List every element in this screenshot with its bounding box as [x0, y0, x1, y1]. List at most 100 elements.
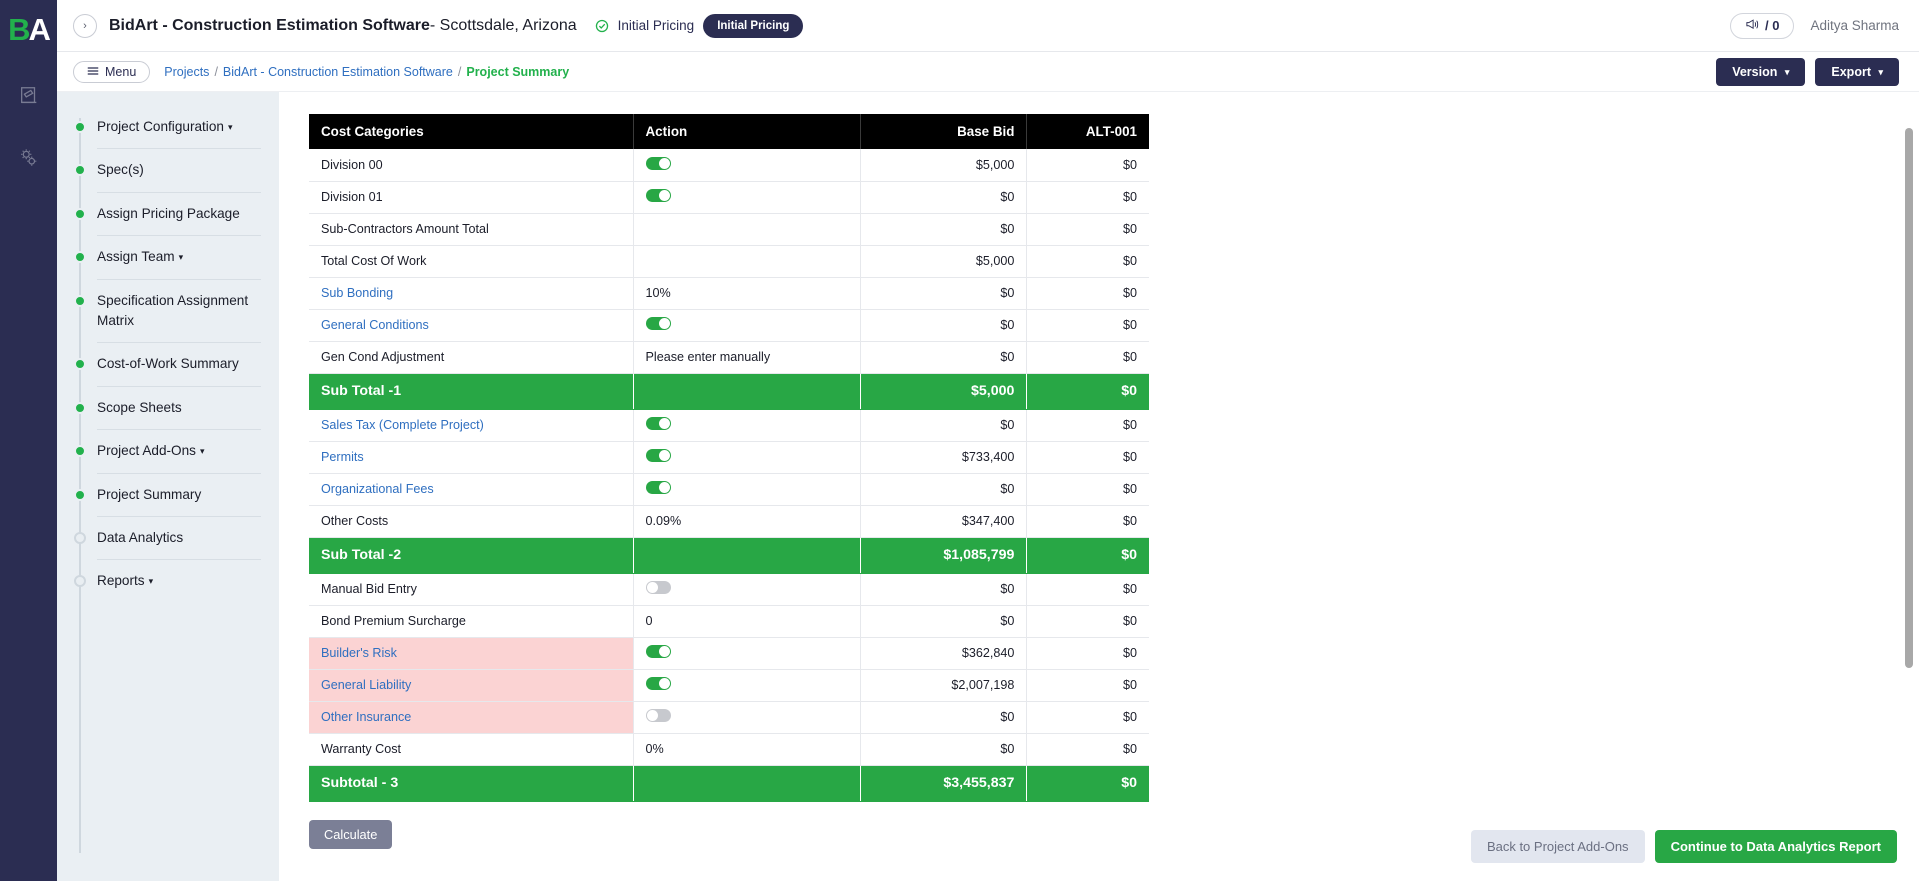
category-link[interactable]: General Liability — [321, 678, 411, 692]
back-to-project-addons-button[interactable]: Back to Project Add-Ons — [1470, 830, 1645, 863]
cell-action: 0 — [633, 605, 861, 638]
action-toggle-switch[interactable] — [645, 317, 671, 330]
status-badge[interactable]: Initial Pricing — [703, 13, 804, 38]
category-link[interactable]: General Conditions — [321, 318, 429, 332]
action-toggle-switch[interactable] — [645, 449, 671, 462]
collapse-arrow-icon[interactable]: › — [73, 13, 97, 38]
cell-base-bid: $0 — [860, 341, 1028, 374]
cell-base-bid: $733,400 — [860, 441, 1028, 474]
sidebar-item-spec-s[interactable]: Spec(s) — [57, 149, 279, 191]
sidebar-item-label: Cost-of-Work Summary — [97, 356, 239, 372]
cell-alt-001: $0 — [1026, 605, 1149, 638]
action-toggle-switch[interactable] — [645, 709, 671, 722]
action-value[interactable]: 0% — [646, 742, 664, 756]
cell-category: Division 01 — [309, 181, 634, 214]
cell-action — [633, 181, 861, 214]
column-header-alt-001: ALT-001 — [1026, 114, 1149, 149]
cell-base-bid: $0 — [860, 213, 1028, 246]
cell-base-bid: $2,007,198 — [860, 669, 1028, 702]
cell-category: Sales Tax (Complete Project) — [309, 409, 634, 442]
sidebar-item-label: Spec(s) — [97, 162, 144, 178]
calculate-button[interactable]: Calculate — [309, 819, 393, 849]
breadcrumb-item-projects[interactable]: Projects — [164, 65, 209, 79]
toggle-knob — [658, 157, 670, 169]
cell-category: Manual Bid Entry — [309, 573, 634, 606]
menu-button[interactable]: Menu — [73, 60, 151, 83]
scrollbar-thumb[interactable] — [1905, 128, 1913, 668]
action-value[interactable]: 0 — [646, 614, 653, 628]
table-row: Organizational Fees $0 $0 — [309, 473, 1149, 506]
cell-base-bid: $0 — [860, 309, 1028, 342]
table-row: Gen Cond Adjustment Please enter manually… — [309, 341, 1149, 374]
page-scrollbar[interactable] — [1905, 128, 1913, 668]
icon-rail: BA — [0, 0, 57, 881]
cell-action — [633, 637, 861, 670]
sidebar-item-assign-team[interactable]: Assign Team ▾ — [57, 236, 279, 278]
action-toggle-switch[interactable] — [645, 581, 671, 594]
action-toggle-switch[interactable] — [645, 481, 671, 494]
body: Project Configuration ▾ Spec(s) Assign Pric… — [57, 92, 1919, 881]
category-link[interactable]: Other Insurance — [321, 710, 411, 724]
status-dot-icon — [74, 488, 86, 501]
sidebar-item-label: Data Analytics — [97, 529, 184, 545]
project-name: BidArt - Construction Estimation Softwar… — [109, 16, 430, 34]
sidebar-nav: Project Configuration ▾ Spec(s) Assign Pric… — [57, 92, 279, 881]
action-toggle-switch[interactable] — [645, 417, 671, 430]
gears-icon[interactable] — [9, 136, 49, 180]
sidebar-item-assign-pricing-package[interactable]: Assign Pricing Package — [57, 193, 279, 235]
action-toggle-switch[interactable] — [645, 156, 671, 170]
category-label: Warranty Cost — [321, 742, 402, 756]
total-base-bid: $5,000 — [860, 373, 1028, 410]
notification-pill[interactable]: / 0 — [1729, 12, 1795, 39]
app-logo[interactable]: BA — [4, 8, 54, 52]
sidebar-item-data-analytics[interactable]: Data Analytics — [57, 517, 279, 559]
total-alt-001: $0 — [1026, 765, 1149, 802]
cell-category: Division 00 — [309, 149, 634, 182]
table-row: Sub Bonding 10% $0 $0 — [309, 277, 1149, 310]
sidebar-item-project-summary[interactable]: Project Summary — [57, 474, 279, 516]
cell-action: Please enter manually — [633, 341, 861, 374]
category-link[interactable]: Sales Tax (Complete Project) — [321, 418, 484, 432]
toggle-knob — [658, 646, 670, 657]
version-button[interactable]: Version ▾ — [1716, 57, 1806, 86]
action-value[interactable]: 10% — [646, 286, 671, 300]
category-link[interactable]: Sub Bonding — [321, 286, 393, 300]
cell-action: 10% — [633, 277, 861, 310]
toggle-knob — [658, 450, 670, 461]
sidebar-item-specification-assignment-matrix[interactable]: Specification Assignment Matrix — [57, 280, 279, 343]
chevron-down-icon: ▾ — [227, 121, 233, 132]
cell-base-bid: $0 — [860, 277, 1028, 310]
cell-category: Gen Cond Adjustment — [309, 341, 634, 374]
table-row: Permits $733,400 $0 — [309, 441, 1149, 474]
category-link[interactable]: Organizational Fees — [321, 482, 434, 496]
breadcrumb-item-project[interactable]: BidArt - Construction Estimation Softwar… — [223, 65, 453, 79]
top-bar: › BidArt - Construction Estimation Softw… — [57, 0, 1919, 52]
export-button[interactable]: Export ▾ — [1815, 57, 1899, 86]
category-link[interactable]: Builder's Risk — [321, 646, 397, 660]
sidebar-item-project-add-ons[interactable]: Project Add-Ons ▾ — [57, 430, 279, 472]
cell-action — [633, 669, 861, 702]
total-label: Sub Total -2 — [309, 537, 634, 574]
action-value[interactable]: 0.09% — [646, 514, 682, 528]
sidebar-item-reports[interactable]: Reports ▾ — [57, 560, 279, 602]
sidebar-item-scope-sheets[interactable]: Scope Sheets — [57, 387, 279, 429]
sidebar-item-cost-of-work-summary[interactable]: Cost-of-Work Summary — [57, 343, 279, 385]
cell-alt-001: $0 — [1026, 181, 1149, 214]
document-edit-icon[interactable] — [9, 74, 49, 118]
cell-alt-001: $0 — [1026, 637, 1149, 670]
user-name[interactable]: Aditya Sharma — [1810, 18, 1899, 33]
table-row-total: Subtotal - 3 $3,455,837 $0 — [309, 765, 1149, 802]
category-link[interactable]: Permits — [321, 450, 364, 464]
logo-letter-b: B — [8, 12, 30, 47]
app-root: BA › BidArt - Construction Estimation So… — [0, 0, 1919, 881]
continue-to-data-analytics-button[interactable]: Continue to Data Analytics Report — [1654, 830, 1897, 863]
action-placeholder[interactable]: Please enter manually — [646, 350, 771, 364]
category-label: Other Costs — [321, 514, 389, 528]
action-toggle-switch[interactable] — [645, 645, 671, 658]
toggle-knob — [658, 318, 670, 329]
sidebar-item-project-configuration[interactable]: Project Configuration ▾ — [57, 106, 279, 148]
cell-category: Warranty Cost — [309, 733, 634, 766]
action-toggle-switch[interactable] — [645, 189, 671, 202]
cell-base-bid: $0 — [860, 473, 1028, 506]
action-toggle-switch[interactable] — [645, 677, 671, 690]
